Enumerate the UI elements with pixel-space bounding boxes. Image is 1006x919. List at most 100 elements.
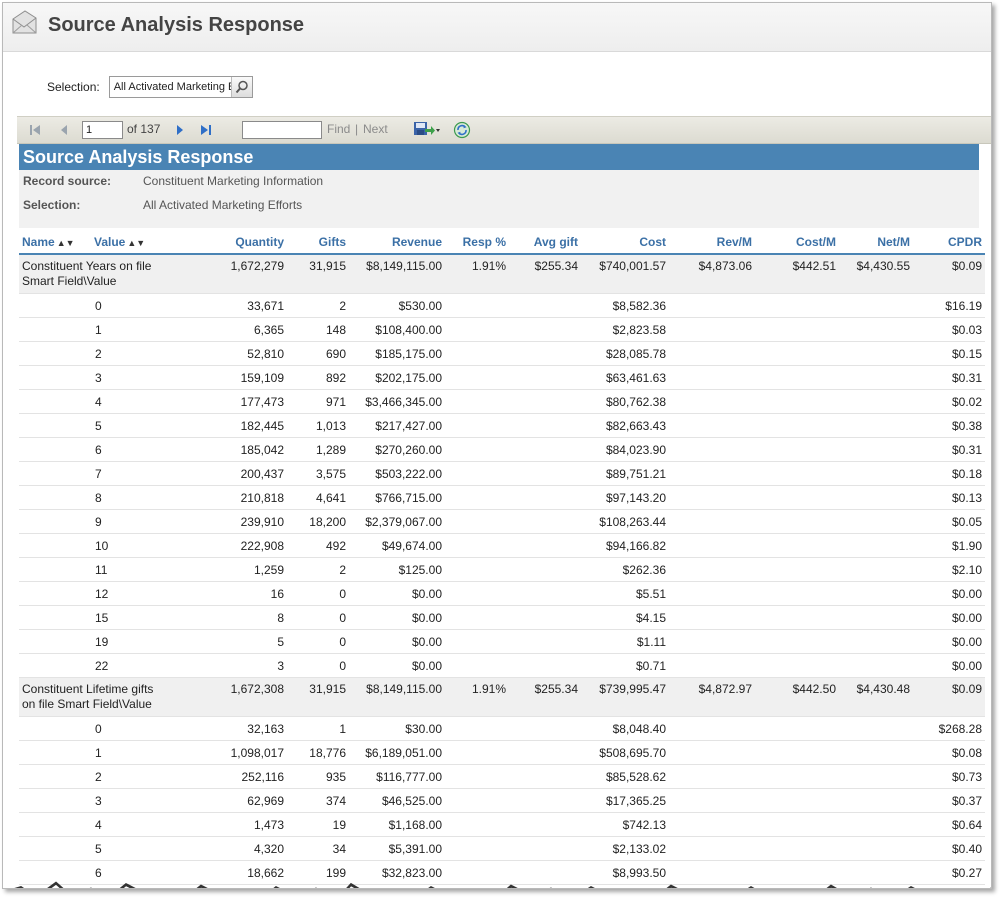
cell-net-m (839, 293, 913, 318)
search-button[interactable] (230, 77, 252, 97)
cell-cost-m (755, 605, 839, 630)
cell-revenue: $2,379,067.00 (349, 509, 445, 534)
refresh-icon[interactable] (453, 121, 471, 139)
cell-rev-m (669, 413, 755, 438)
cell-resp-pct (445, 740, 509, 765)
cell-avg-gift (509, 836, 581, 861)
cell-quantity: 62,969 (169, 788, 287, 813)
cell-cost-m (755, 437, 839, 462)
cell-revenue: $530.00 (349, 293, 445, 318)
report-info: Record source: Constituent Marketing Info… (19, 170, 979, 228)
cell-cost-m (755, 413, 839, 438)
cell-revenue: $8,149,115.00 (349, 677, 445, 717)
record-source-row: Record source: Constituent Marketing Info… (23, 174, 323, 188)
cell-gifts: 971 (287, 389, 349, 414)
cell-cost: $508,695.70 (581, 740, 669, 765)
cell-cost-m (755, 293, 839, 318)
cell-net-m (839, 836, 913, 861)
cell-name (19, 389, 91, 414)
find-input[interactable] (242, 121, 322, 139)
cell-rev-m (669, 836, 755, 861)
cell-net-m (839, 413, 913, 438)
cell-resp-pct (445, 341, 509, 366)
column-header-name[interactable]: Name ▲▼ (19, 231, 91, 255)
cell-net-m (839, 716, 913, 741)
table-row: 4 177,473 971 $3,466,345.00 $80,762.38 $0.02 (19, 389, 985, 414)
table-row: 3 62,969 374 $46,525.00 $17,365.25 $0.37 (19, 788, 985, 813)
cell-gifts: 31,915 (287, 254, 349, 294)
cell-quantity: 32,163 (169, 716, 287, 741)
table-row: 5 182,445 1,013 $217,427.00 $82,663.43 $0.38 (19, 413, 985, 438)
cell-revenue: $30.00 (349, 716, 445, 741)
page-count: of 137 (127, 122, 161, 136)
cell-resp-pct (445, 581, 509, 606)
previous-page-icon[interactable] (59, 124, 69, 136)
cell-value: 15 (91, 605, 169, 630)
cell-gifts: 935 (287, 764, 349, 789)
cell-name (19, 629, 91, 654)
table-row: 0 33,671 2 $530.00 $8,582.36 $16.19 (19, 293, 985, 318)
cell-quantity: 1,259 (169, 557, 287, 582)
cell-quantity: 16 (169, 581, 287, 606)
last-page-icon[interactable] (200, 124, 212, 136)
find-link[interactable]: Find (327, 122, 350, 136)
cell-cost-m (755, 365, 839, 390)
cell-cpdr: $0.00 (913, 581, 985, 606)
cell-avg-gift (509, 293, 581, 318)
cell-cpdr: $0.40 (913, 836, 985, 861)
selection-field[interactable]: All Activated Marketing Efforts (108, 76, 253, 98)
cell-quantity: 1,098,017 (169, 740, 287, 765)
cell-rev-m (669, 812, 755, 837)
column-header-value[interactable]: Value ▲▼ (91, 231, 169, 255)
cell-avg-gift (509, 605, 581, 630)
cell-avg-gift (509, 365, 581, 390)
cell-cost-m: $442.50 (755, 677, 839, 717)
cell-avg-gift (509, 341, 581, 366)
cell-quantity: 182,445 (169, 413, 287, 438)
cell-cost: $1.11 (581, 629, 669, 654)
export-icon[interactable] (413, 120, 441, 138)
cell-revenue: $3,466,345.00 (349, 389, 445, 414)
first-page-icon[interactable] (29, 124, 41, 136)
cell-value: 11 (91, 557, 169, 582)
table-row: 9 239,910 18,200 $2,379,067.00 $108,263.44 $0… (19, 509, 985, 534)
cell-name (19, 341, 91, 366)
next-page-icon[interactable] (175, 124, 185, 136)
cell-gifts: 34 (287, 836, 349, 861)
table-row: 11 1,259 2 $125.00 $262.36 $2.10 (19, 557, 985, 582)
cell-revenue: $116,777.00 (349, 764, 445, 789)
cell-value: 4 (91, 389, 169, 414)
cell-net-m (839, 581, 913, 606)
cell-avg-gift (509, 437, 581, 462)
cell-quantity: 33,671 (169, 293, 287, 318)
table-row: 2 252,116 935 $116,777.00 $85,528.62 $0.73 (19, 764, 985, 789)
selection-label: Selection: (47, 80, 100, 94)
cell-resp-pct (445, 413, 509, 438)
cell-cost: $742.13 (581, 812, 669, 837)
cell-value: 9 (91, 509, 169, 534)
cell-value: 5 (91, 836, 169, 861)
report-selection-label: Selection: (23, 198, 81, 212)
page-number-input[interactable]: 1 (82, 121, 123, 139)
report-selection-row: Selection: All Activated Marketing Effort… (23, 198, 302, 212)
table-row: 5 4,320 34 $5,391.00 $2,133.02 $0.40 (19, 836, 985, 861)
cell-cost: $84,023.90 (581, 437, 669, 462)
cell-avg-gift (509, 740, 581, 765)
envelope-icon (12, 10, 37, 34)
cell-cost: $740,001.57 (581, 254, 669, 294)
cell-name (19, 365, 91, 390)
cell-cpdr: $0.05 (913, 509, 985, 534)
cell-cost-m (755, 788, 839, 813)
cell-cpdr: $0.31 (913, 437, 985, 462)
cell-net-m (839, 365, 913, 390)
selection-value[interactable]: All Activated Marketing Efforts (110, 81, 232, 93)
cell-quantity: 239,910 (169, 509, 287, 534)
cell-rev-m (669, 365, 755, 390)
cell-value: 8 (91, 485, 169, 510)
cell-value: 12 (91, 581, 169, 606)
cell-avg-gift (509, 461, 581, 486)
next-link[interactable]: Next (363, 122, 388, 136)
cell-cost-m (755, 533, 839, 558)
cell-resp-pct (445, 788, 509, 813)
cell-revenue: $766,715.00 (349, 485, 445, 510)
